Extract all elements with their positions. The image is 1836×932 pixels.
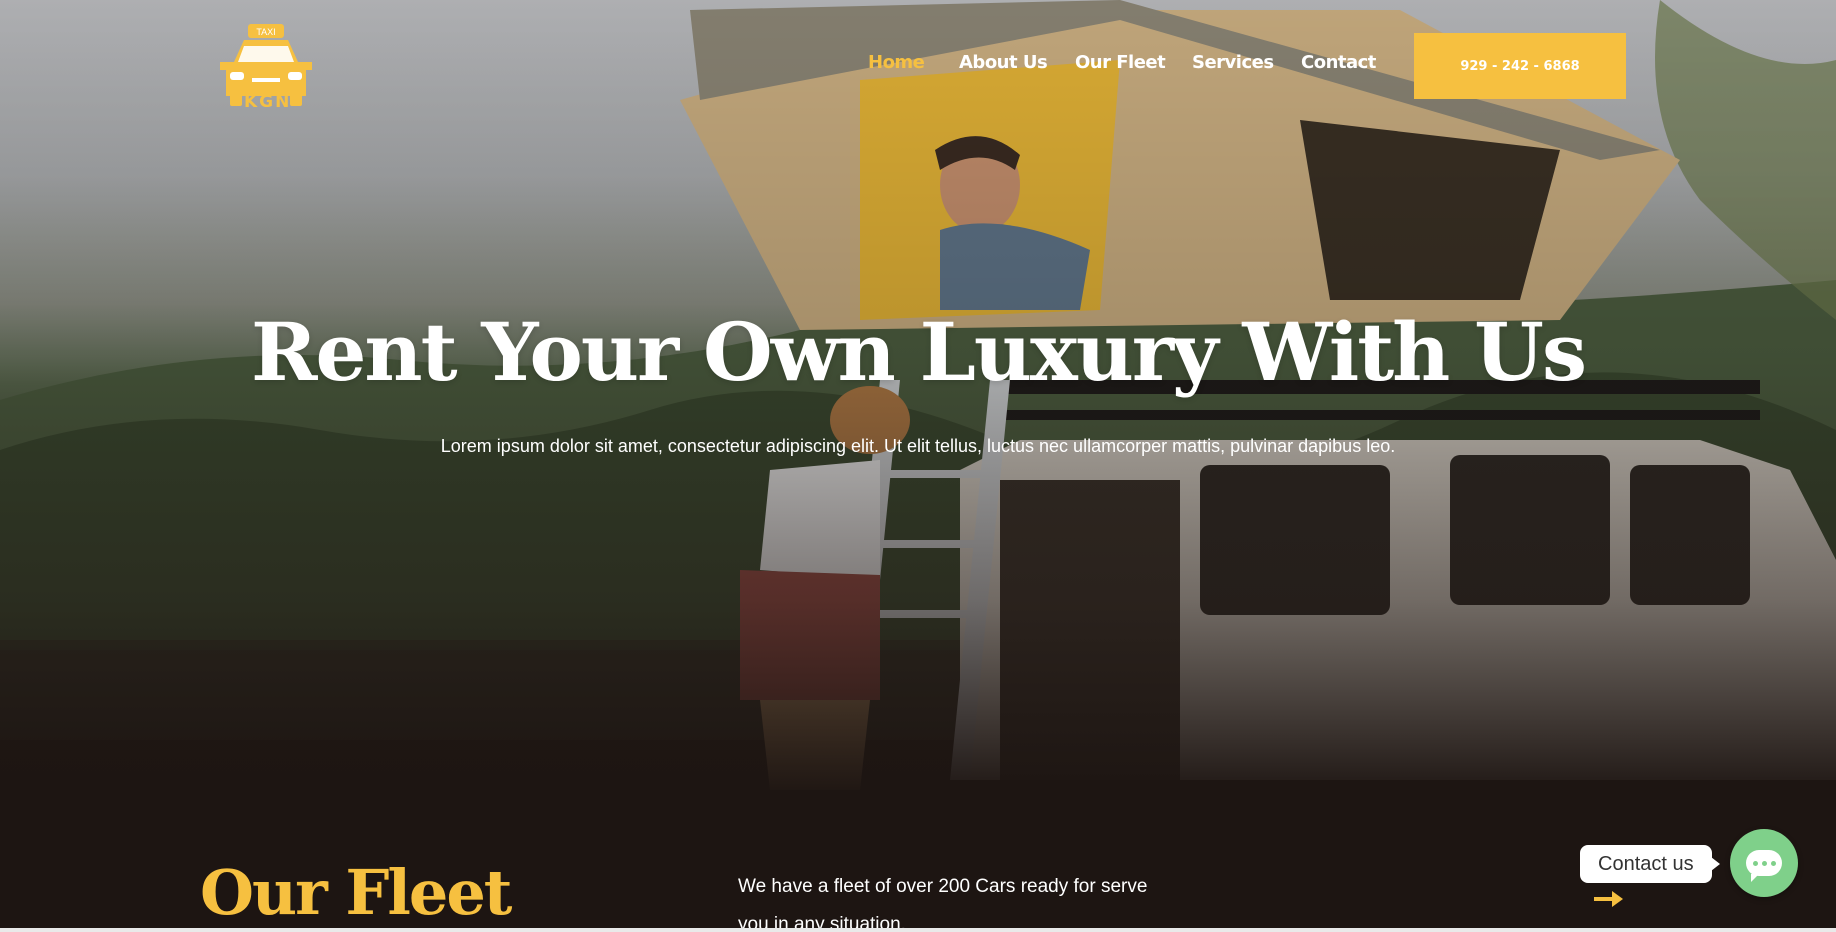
nav-our-fleet[interactable]: Our Fleet (1075, 52, 1192, 73)
hero-overlay (0, 0, 1836, 800)
logo-badge-text: TAXI (256, 27, 275, 37)
nav-home[interactable]: Home (868, 52, 959, 73)
nav-contact[interactable]: Contact (1301, 52, 1376, 73)
hero-section (0, 0, 1836, 800)
contact-us-label[interactable]: Contact us (1580, 845, 1720, 883)
hero-title: Rent Your Own Luxury With Us (251, 305, 1587, 399)
hero-subtitle: Lorem ipsum dolor sit amet, consectetur … (440, 436, 1396, 456)
logo-text: KGN (244, 92, 292, 112)
nav-services[interactable]: Services (1192, 52, 1301, 73)
main-nav: Home About Us Our Fleet Services Contact (868, 52, 1376, 73)
viewport-bottom-edge (0, 928, 1836, 932)
phone-button[interactable]: 929 - 242 - 6868 (1414, 33, 1626, 99)
fleet-description: We have a fleet of over 200 Cars ready f… (738, 876, 1148, 932)
chat-button[interactable] (1730, 829, 1798, 897)
arrow-right-icon[interactable] (1594, 890, 1624, 908)
fleet-title: Our Fleet (200, 856, 512, 929)
nav-about-us[interactable]: About Us (959, 52, 1075, 73)
chat-bubble-icon (1746, 850, 1782, 882)
